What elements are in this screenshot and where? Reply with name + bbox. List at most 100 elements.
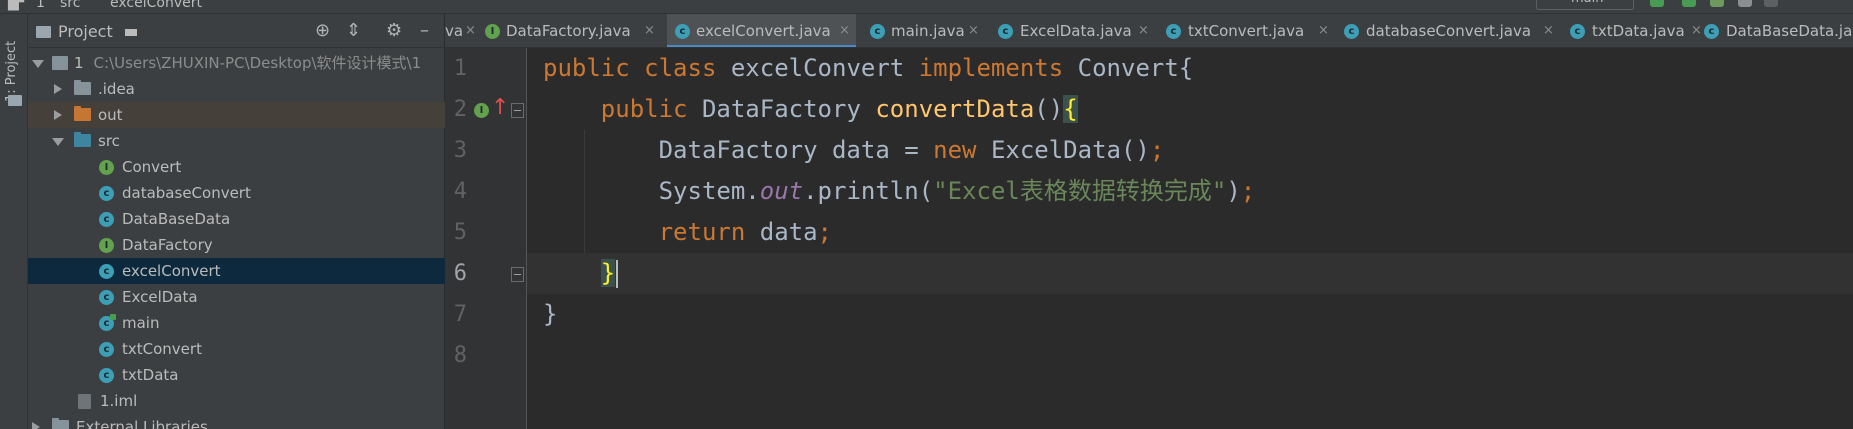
project-view-selector[interactable]: Project — [58, 22, 113, 41]
close-icon[interactable]: × — [839, 14, 850, 47]
tree-item-module[interactable]: 1 C:\Users\ZHUXIN-PC\Desktop\软件设计模式\1 — [28, 50, 445, 76]
code-editor[interactable]: public class excelConvert implements Con… — [527, 48, 1853, 429]
tree-item-databaseconvert[interactable]: c databaseConvert — [28, 180, 445, 206]
code-token: DataFactory — [701, 95, 876, 123]
code-line[interactable]: return data; — [543, 212, 832, 253]
tree-item-txtconvert[interactable]: c txtConvert — [28, 336, 445, 362]
close-icon[interactable]: × — [465, 14, 476, 47]
tree-item-convert[interactable]: I Convert — [28, 154, 445, 180]
tab-datafactory[interactable]: I DataFactory.java × — [479, 14, 662, 47]
fold-marker-icon[interactable] — [511, 267, 524, 282]
expand-arrow-icon[interactable] — [52, 138, 64, 146]
code-token: .println( — [803, 177, 934, 205]
tree-item-external-libraries[interactable]: External Libraries — [28, 414, 445, 429]
breadcrumb-file[interactable]: excelConvert — [110, 0, 202, 11]
tab-partial[interactable]: va × — [445, 14, 476, 47]
debug-icon[interactable] — [1682, 0, 1696, 7]
code-token: convertData — [875, 95, 1035, 123]
code-line[interactable]: DataFactory data = new ExcelData(); — [543, 130, 1165, 171]
code-token: DataFactory data = — [543, 136, 934, 164]
tab-label: va — [445, 22, 464, 40]
locate-target-icon[interactable]: ⊕ — [315, 22, 330, 40]
tree-item-excelconvert[interactable]: c excelConvert — [28, 258, 445, 284]
tab-txtdata[interactable]: c txtData.java × — [1566, 14, 1706, 47]
class-icon: c — [870, 24, 885, 39]
hide-panel-icon[interactable]: – — [420, 22, 429, 40]
collapsed-arrow-icon[interactable] — [32, 422, 40, 429]
close-icon[interactable]: × — [1318, 14, 1329, 47]
code-token: implements — [918, 54, 1078, 82]
tree-item-idea[interactable]: .idea — [28, 76, 445, 102]
tab-excelconvert[interactable]: c excelConvert.java × — [667, 14, 856, 47]
navigation-bar: ▆▘ 1 src excelConvert main — [0, 0, 1853, 14]
library-icon — [52, 418, 69, 429]
tree-item-label: excelConvert — [122, 262, 221, 280]
go-to-super-method-icon[interactable]: ↑ — [491, 97, 509, 119]
project-tool-folder-icon[interactable] — [8, 95, 22, 106]
tree-item-label: External Libraries — [76, 418, 208, 429]
project-panel: Project ⊕ ⇕ ⚙ – 1 C:\Users\ZHUXIN-PC\Desk… — [28, 14, 445, 429]
code-token: "Excel表格数据转换完成" — [933, 177, 1227, 205]
tab-databasedata[interactable]: c DataBaseData.java — [1696, 14, 1853, 47]
code-line[interactable]: public class excelConvert implements Con… — [543, 48, 1193, 89]
tree-item-label: DataBaseData — [122, 210, 231, 228]
code-token: ; — [817, 218, 832, 246]
tree-item-label: txtConvert — [122, 340, 202, 358]
collapsed-arrow-icon[interactable] — [54, 110, 62, 120]
run-configuration-select[interactable]: main — [1536, 0, 1634, 10]
tree-item-label: databaseConvert — [122, 184, 251, 202]
close-icon[interactable]: × — [1543, 14, 1554, 47]
tree-item-out[interactable]: out — [28, 102, 445, 128]
tree-item-src[interactable]: src — [28, 128, 445, 154]
close-icon[interactable]: × — [968, 14, 979, 47]
interface-icon: I — [485, 24, 500, 39]
code-token: return — [658, 218, 760, 246]
collapse-all-icon[interactable]: ⇕ — [346, 22, 361, 40]
line-number: 3 — [453, 138, 467, 163]
tab-label: excelConvert.java — [696, 22, 831, 40]
interface-icon: I — [99, 238, 114, 253]
tree-item-label: src — [98, 132, 120, 150]
run-icon[interactable] — [1650, 0, 1664, 7]
expand-arrow-icon[interactable] — [32, 60, 44, 68]
stop-icon[interactable] — [1764, 0, 1778, 7]
coverage-icon[interactable] — [1710, 0, 1724, 7]
profile-icon[interactable] — [1738, 0, 1752, 7]
code-line[interactable]: } — [543, 253, 619, 294]
class-icon: c — [675, 24, 690, 39]
code-token: excelConvert — [730, 54, 919, 82]
code-token: ExcelData() — [990, 136, 1150, 164]
editor-gutter: 1 2 3 4 5 6 7 8 I ↑ — [445, 48, 527, 429]
tree-item-databasedata[interactable]: c DataBaseData — [28, 206, 445, 232]
tree-item-main[interactable]: c main — [28, 310, 445, 336]
tree-item-exceldata[interactable]: c ExcelData — [28, 284, 445, 310]
tab-databaseconvert[interactable]: c databaseConvert.java × — [1339, 14, 1561, 47]
breadcrumb-project-icon[interactable]: ▆▘ — [8, 0, 30, 11]
tree-item-datafactory[interactable]: I DataFactory — [28, 232, 445, 258]
code-token: () — [1034, 95, 1064, 123]
current-line-highlight — [527, 253, 1853, 294]
breadcrumb-src[interactable]: src — [60, 0, 80, 11]
code-token: System. — [543, 177, 760, 205]
tab-txtconvert[interactable]: c txtConvert.java × — [1160, 14, 1335, 47]
tab-exceldata[interactable]: c ExcelData.java × — [993, 14, 1155, 47]
collapsed-arrow-icon[interactable] — [54, 84, 62, 94]
tree-item-txtdata[interactable]: c txtData — [28, 362, 445, 388]
gear-icon[interactable]: ⚙ — [386, 22, 402, 40]
code-line[interactable]: System.out.println("Excel表格数据转换完成"); — [543, 171, 1256, 212]
class-icon: c — [1166, 24, 1181, 39]
fold-marker-icon[interactable] — [511, 103, 524, 118]
implements-interface-icon[interactable]: I — [474, 103, 489, 118]
close-icon[interactable]: × — [644, 14, 655, 47]
code-line[interactable]: public DataFactory convertData(){ — [543, 89, 1078, 130]
tree-item-iml[interactable]: 1.iml — [28, 388, 445, 414]
code-line[interactable]: } — [543, 294, 557, 335]
breadcrumb-project[interactable]: 1 — [36, 0, 45, 11]
chevron-down-icon[interactable] — [125, 29, 137, 36]
project-folder-icon — [36, 26, 51, 38]
close-icon[interactable]: × — [1138, 14, 1149, 47]
project-tool-button[interactable]: 1: Project — [4, 32, 24, 102]
tab-main[interactable]: c main.java × — [865, 14, 985, 47]
tree-item-label: Convert — [122, 158, 182, 176]
